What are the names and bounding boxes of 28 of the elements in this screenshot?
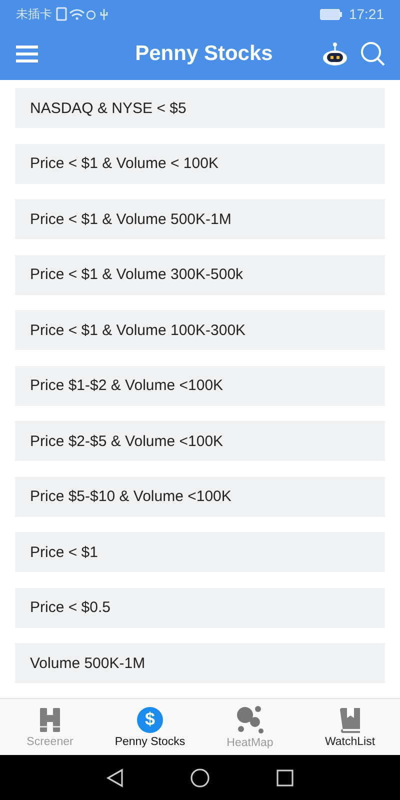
bubbles-icon — [235, 706, 265, 734]
bookmark-book-icon — [338, 706, 362, 732]
battery-icon — [320, 8, 342, 20]
back-icon[interactable] — [105, 768, 125, 788]
status-icons — [56, 7, 108, 21]
clock-text: 17:21 — [348, 6, 384, 22]
screen-item[interactable]: Price < $1 & Volume 500K-1M — [15, 199, 385, 239]
screen-item[interactable]: Price < $1 — [15, 532, 385, 572]
screen-item[interactable]: Volume 500K-1M — [15, 643, 385, 683]
screen-item[interactable]: NASDAQ & NYSE < $5 — [15, 88, 385, 128]
search-icon — [360, 41, 386, 67]
robot-icon — [322, 42, 348, 66]
binoculars-icon — [37, 706, 63, 732]
screen-item[interactable]: Price < $1 & Volume < 100K — [15, 144, 385, 184]
nav-tab[interactable]: WatchList — [300, 699, 400, 755]
menu-icon — [16, 45, 38, 63]
screen-item[interactable]: Price $5-$10 & Volume <100K — [15, 476, 385, 516]
screen-item[interactable]: Price < $0.5 — [15, 588, 385, 628]
nav-tab[interactable]: $ Penny Stocks — [100, 699, 200, 755]
screen-item[interactable]: Price $1-$2 & Volume <100K — [15, 366, 385, 406]
carrier-text: 未插卡 — [16, 6, 52, 22]
screen-item[interactable]: Price < $1 & Volume 300K-500k — [15, 254, 385, 294]
page-title: Penny Stocks — [134, 42, 274, 66]
dollar-icon: $ — [137, 706, 163, 732]
screen-item[interactable]: Price < $1 & Volume 100K-300K — [15, 310, 385, 350]
recents-icon[interactable] — [275, 768, 295, 788]
screen-item[interactable]: Price $2-$5 & Volume <100K — [15, 421, 385, 461]
home-icon[interactable] — [190, 768, 210, 788]
